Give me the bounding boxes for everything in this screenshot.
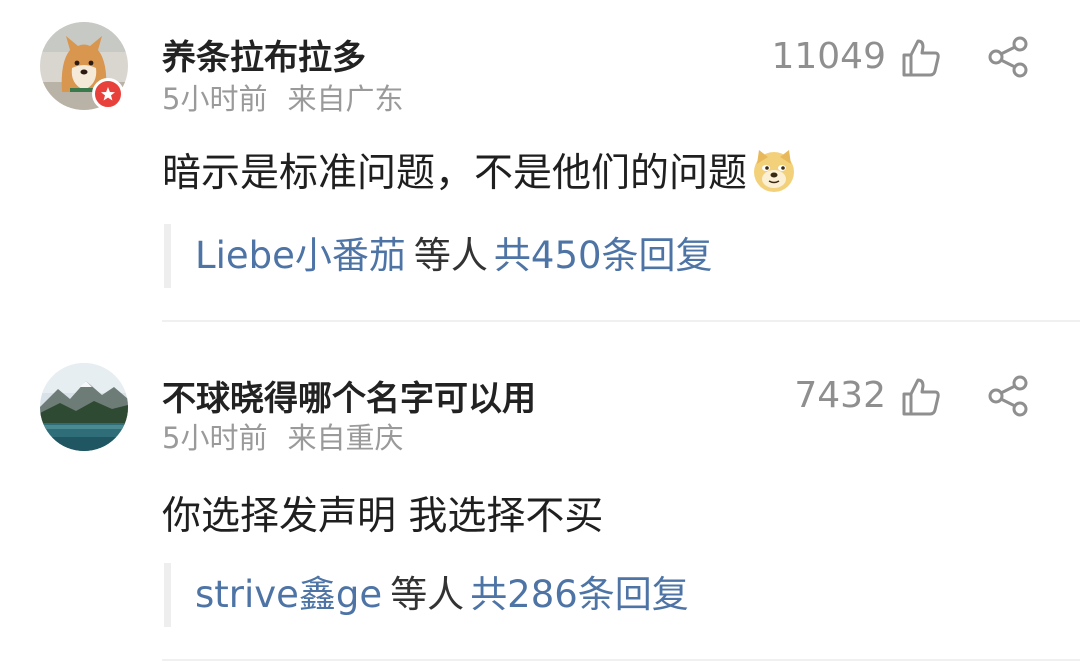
comment-item: 不球晓得哪个名字可以用 5小时前 来自重庆 7432 你选择发声明 我选择不买 s…	[0, 323, 1080, 661]
comment-region: 来自广东	[287, 82, 404, 116]
avatar[interactable]	[40, 363, 128, 451]
username[interactable]: 养条拉布拉多	[162, 30, 366, 79]
like-count: 7432	[794, 375, 886, 416]
comment-text: 你选择发声明 我选择不买	[162, 494, 604, 539]
share-icon[interactable]	[986, 35, 1030, 79]
comment-meta: 5小时前 来自广东	[162, 76, 403, 118]
divider	[162, 320, 1080, 322]
divider	[162, 659, 1080, 661]
thumb-up-icon[interactable]	[900, 376, 942, 418]
comment-time: 5小时前	[162, 82, 268, 116]
reply-count-link[interactable]: 共286条回复	[470, 573, 689, 616]
reply-users[interactable]: Liebe小番茄	[195, 234, 406, 277]
reply-label: 等人	[413, 234, 488, 277]
reply-summary[interactable]: Liebe小番茄 等人 共450条回复	[164, 224, 864, 288]
reply-count-link[interactable]: 共450条回复	[494, 234, 713, 277]
vip-star-badge	[92, 78, 124, 110]
comment-item: 养条拉布拉多 5小时前 来自广东 11049 暗示是标准问题，不是他们的问题 Li…	[0, 0, 1080, 322]
comment-meta: 5小时前 来自重庆	[162, 415, 403, 457]
comment-region: 来自重庆	[287, 421, 404, 455]
reply-summary[interactable]: strive鑫ge 等人 共286条回复	[164, 563, 864, 627]
comment-text: 暗示是标准问题，不是他们的问题	[162, 142, 797, 198]
username[interactable]: 不球晓得哪个名字可以用	[162, 371, 536, 420]
reply-users[interactable]: strive鑫ge	[195, 573, 382, 616]
comment-time: 5小时前	[162, 421, 268, 455]
thumb-up-icon[interactable]	[900, 37, 942, 79]
like-count: 11049	[771, 36, 886, 77]
star-icon	[101, 87, 115, 101]
share-icon[interactable]	[986, 374, 1030, 418]
comment-body: 暗示是标准问题，不是他们的问题	[162, 151, 748, 196]
reply-label: 等人	[390, 573, 465, 616]
doge-emoji	[754, 150, 795, 192]
